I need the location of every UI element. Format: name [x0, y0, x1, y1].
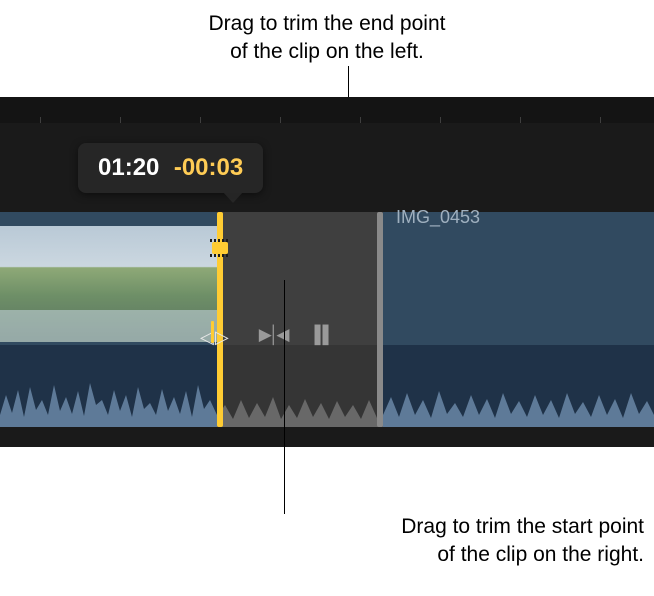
clip-left-thumbnails	[0, 226, 217, 342]
timeline-track: IMG_0453 ◁▷ ▶│◀ ▐▌	[0, 212, 654, 427]
clip-right-waveform	[383, 345, 654, 427]
gap-waveform	[217, 345, 383, 427]
trim-handle-left[interactable]	[217, 212, 223, 427]
precision-editor-gap[interactable]	[217, 212, 383, 427]
ripple-trim-icon[interactable]: ◁▷	[200, 321, 225, 348]
annotation-bottom-line1: Drag to trim the start point	[290, 513, 644, 541]
help-figure: Drag to trim the end point of the clip o…	[0, 0, 654, 596]
roll-trim-icon[interactable]: ▶│◀	[259, 325, 287, 345]
filmstrip-icon	[212, 242, 228, 254]
timeline-ruler[interactable]	[0, 97, 654, 123]
slip-icon[interactable]: ▐▌	[308, 325, 336, 345]
trim-handle-right[interactable]	[377, 212, 383, 427]
annotation-top: Drag to trim the end point of the clip o…	[0, 10, 654, 66]
clip-left-waveform	[0, 345, 217, 427]
annotation-bottom-line2: of the clip on the right.	[290, 541, 644, 569]
clip-left[interactable]	[0, 212, 217, 427]
timeline-panel: 01:20 -00:03	[0, 97, 654, 447]
tooltip-time: 01:20	[98, 154, 159, 181]
annotation-top-line2: of the clip on the left.	[0, 38, 654, 66]
tooltip-delta: -00:03	[174, 154, 243, 181]
annotation-bottom: Drag to trim the start point of the clip…	[290, 513, 644, 569]
trim-controls-row: ◁▷ ▶│◀ ▐▌	[200, 321, 337, 348]
trim-tooltip: 01:20 -00:03	[78, 143, 263, 193]
clip-right-title: IMG_0453	[396, 207, 480, 228]
annotation-top-line1: Drag to trim the end point	[0, 10, 654, 38]
leader-line-bottom	[284, 280, 285, 514]
clip-right[interactable]	[383, 212, 654, 427]
